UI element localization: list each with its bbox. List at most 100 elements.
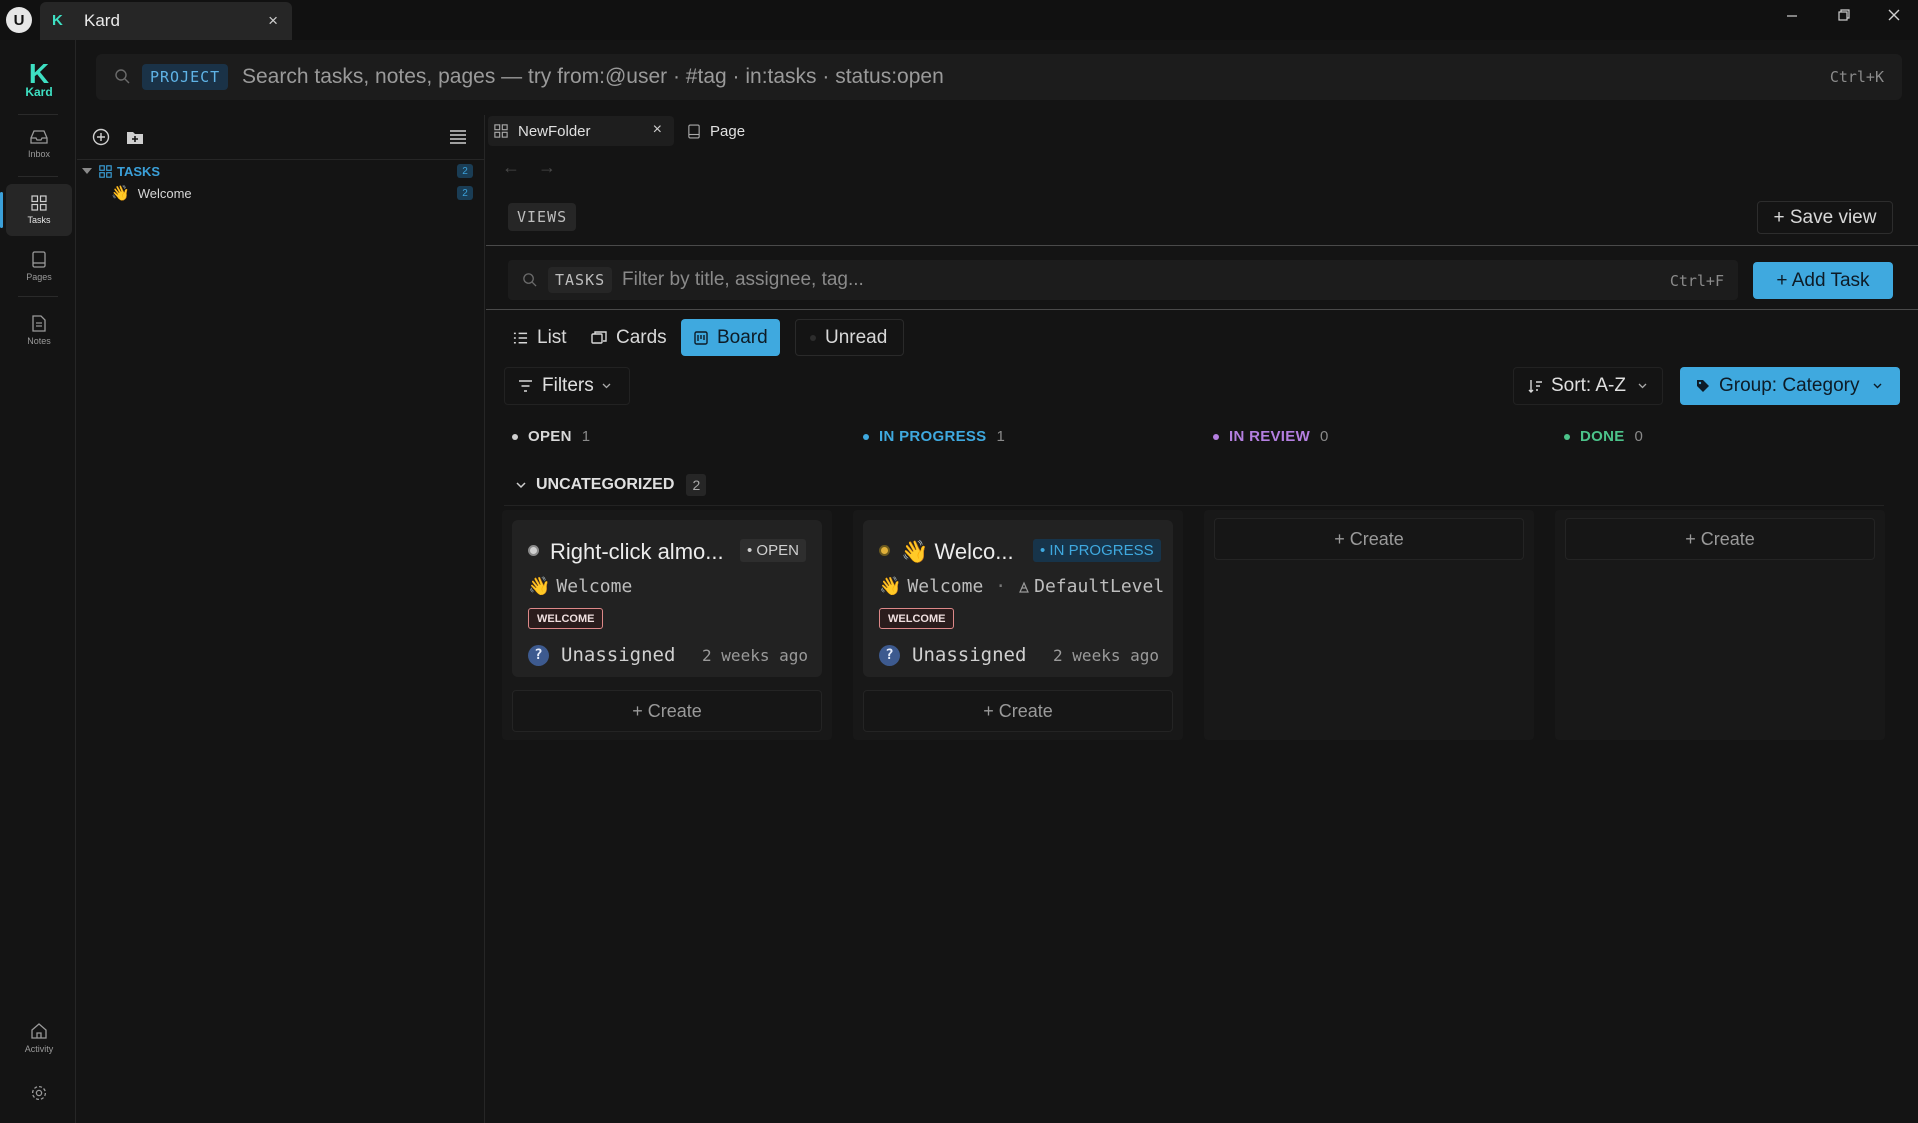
- tag-chip[interactable]: WELCOME: [528, 608, 604, 629]
- back-arrow-icon[interactable]: ←: [502, 157, 520, 178]
- filters-button[interactable]: Filters: [504, 367, 630, 405]
- minimize-icon: [1787, 15, 1797, 17]
- rail-item-activity[interactable]: Activity: [6, 1022, 72, 1054]
- view-board-button[interactable]: Board: [681, 319, 780, 356]
- view-label: List: [537, 326, 567, 348]
- tree-options-button[interactable]: [446, 125, 470, 149]
- create-card-button[interactable]: + Create: [863, 690, 1173, 732]
- window-tab[interactable]: K Kard ×: [40, 2, 292, 40]
- save-view-button[interactable]: + Save view: [1757, 201, 1893, 234]
- tree-item-welcome[interactable]: 👋 Welcome 2: [77, 182, 485, 204]
- cards-icon: [591, 330, 607, 344]
- group-header-uncategorized[interactable]: UNCATEGORIZED 2: [516, 474, 707, 496]
- sort-label: Sort: A-Z: [1551, 375, 1626, 396]
- rail-divider: [18, 296, 58, 297]
- task-card[interactable]: 👋 Welco... • IN PROGRESS 👋 Welcome · Def…: [863, 520, 1173, 677]
- rail-item-label: Activity: [24, 1044, 54, 1054]
- rail-item-label: Pages: [26, 271, 52, 282]
- view-list-button[interactable]: List: [505, 319, 575, 356]
- column-label: IN PROGRESS: [879, 428, 987, 445]
- column-label: IN REVIEW: [1229, 428, 1311, 445]
- add-item-button[interactable]: [89, 125, 113, 149]
- card-folder: Welcome: [907, 576, 984, 597]
- app-rail: K Kard Inbox Tasks Pages Notes Activity: [0, 40, 76, 1123]
- tab-label: NewFolder: [518, 122, 591, 140]
- group-label: Group: Category: [1719, 375, 1860, 396]
- rail-item-label: Notes: [27, 335, 51, 346]
- card-assignee[interactable]: ? Unassigned: [528, 644, 675, 666]
- assignee-label: Unassigned: [912, 644, 1027, 666]
- unreal-logo-icon[interactable]: U: [6, 7, 32, 33]
- title-bar: U K Kard ×: [0, 0, 1918, 40]
- column-label: DONE: [1580, 428, 1625, 445]
- wave-emoji-icon: 👋: [879, 576, 902, 597]
- window-tab-title: Kard: [84, 11, 120, 30]
- lane-in-progress: 👋 Welco... • IN PROGRESS 👋 Welcome · Def…: [853, 510, 1183, 740]
- close-tab-icon[interactable]: ×: [268, 11, 278, 31]
- grid-icon: [31, 195, 47, 211]
- filter-divider: [486, 309, 1918, 310]
- column-count: 0: [1634, 428, 1644, 445]
- status-dot-icon: [528, 545, 539, 556]
- filter-input[interactable]: Filter by title, assignee, tag...: [622, 269, 864, 291]
- restore-button[interactable]: [1826, 2, 1862, 28]
- card-assignee[interactable]: ? Unassigned: [879, 644, 1026, 666]
- rail-item-label: Inbox: [27, 149, 51, 159]
- search-scope-pill[interactable]: PROJECT: [142, 64, 229, 90]
- create-card-button[interactable]: + Create: [512, 690, 822, 732]
- filter-icon: [519, 380, 532, 392]
- views-label: VIEWS: [508, 203, 577, 231]
- global-search[interactable]: PROJECT Search tasks, notes, pages — try…: [96, 54, 1902, 100]
- tab-newfolder[interactable]: NewFolder ×: [488, 116, 674, 146]
- rail-item-settings[interactable]: [6, 1084, 72, 1102]
- forward-arrow-icon[interactable]: →: [538, 157, 556, 178]
- card-meta: 👋 Welcome: [528, 576, 632, 597]
- view-label: Cards: [616, 326, 667, 348]
- column-label: OPEN: [528, 428, 572, 445]
- search-input[interactable]: Search tasks, notes, pages — try from:@u…: [242, 65, 944, 89]
- create-card-button[interactable]: + Create: [1214, 518, 1524, 560]
- rail-item-notes[interactable]: Notes: [6, 304, 72, 356]
- view-unread-button[interactable]: Unread: [795, 319, 904, 356]
- column-header-in-progress: IN PROGRESS 1: [863, 428, 1005, 445]
- minimize-button[interactable]: [1774, 2, 1810, 28]
- tree-item-label: TASKS: [117, 163, 161, 179]
- tree-item-tasks[interactable]: TASKS 2: [77, 160, 485, 182]
- rail-item-tasks[interactable]: Tasks: [0, 184, 72, 236]
- meta-separator: ·: [995, 576, 1007, 597]
- chevron-down-icon[interactable]: [81, 165, 93, 177]
- group-divider: [504, 505, 1884, 506]
- tree-item-count: 2: [457, 164, 473, 178]
- task-card[interactable]: Right-click almo... • OPEN 👋 Welcome WEL…: [512, 520, 822, 677]
- status-dot-icon: [863, 433, 869, 440]
- dot-icon: [810, 334, 816, 341]
- chevron-down-icon: [1638, 383, 1647, 389]
- rail-item-inbox[interactable]: Inbox: [6, 118, 72, 170]
- task-filter[interactable]: TASKS Filter by title, assignee, tag... …: [508, 260, 1738, 300]
- view-cards-button[interactable]: Cards: [583, 319, 675, 356]
- create-card-button[interactable]: + Create: [1565, 518, 1875, 560]
- card-title: Right-click almo...: [550, 539, 724, 564]
- status-badge: • OPEN: [740, 539, 806, 562]
- tag-chip[interactable]: WELCOME: [879, 608, 955, 629]
- filter-shortcut: Ctrl+F: [1669, 272, 1724, 290]
- column-count: 0: [1320, 428, 1329, 445]
- wave-emoji-icon: 👋: [111, 185, 130, 202]
- rail-item-pages[interactable]: Pages: [6, 240, 72, 292]
- folder-plus-icon: [127, 132, 143, 144]
- board-icon: [694, 330, 708, 345]
- group-button[interactable]: Group: Category: [1680, 367, 1900, 405]
- close-window-button[interactable]: [1876, 2, 1912, 28]
- add-folder-button[interactable]: [123, 125, 147, 149]
- tab-page[interactable]: Page: [686, 116, 776, 146]
- status-dot-icon: [1213, 433, 1219, 440]
- list-icon: [513, 332, 528, 343]
- chevron-down-icon[interactable]: [516, 481, 526, 489]
- card-meta: 👋 Welcome · DefaultLevel: [879, 576, 1164, 597]
- add-task-button[interactable]: + Add Task: [1753, 262, 1893, 299]
- tab-label: Page: [710, 122, 746, 140]
- close-tab-icon[interactable]: ×: [653, 121, 662, 139]
- card-title: 👋 Welco...: [901, 539, 1014, 564]
- sort-button[interactable]: Sort: A-Z: [1513, 367, 1663, 405]
- inbox-icon: [30, 130, 48, 144]
